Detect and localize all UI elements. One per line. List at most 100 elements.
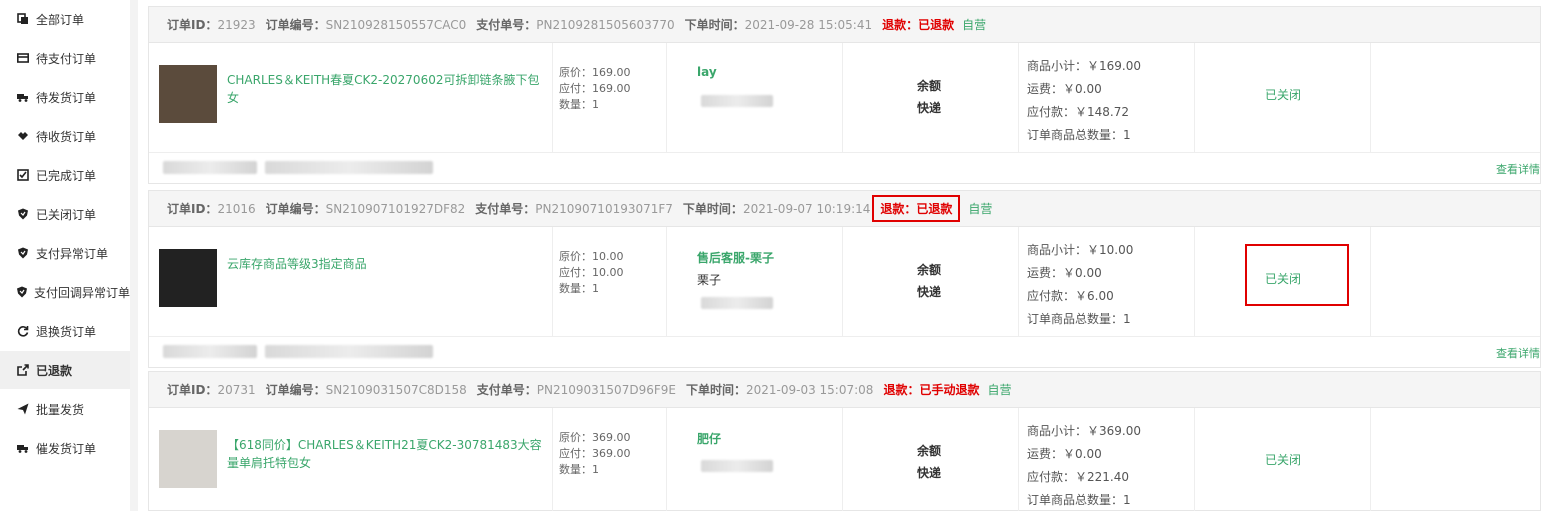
sidebar-item[interactable]: 待收货订单 xyxy=(0,117,130,155)
sidebar-item[interactable]: 待支付订单 xyxy=(0,39,130,77)
action-cell xyxy=(1371,227,1541,336)
amount-payable: 应付款：￥6.00 xyxy=(1027,289,1114,303)
original-price: 原价：169.00 xyxy=(559,66,631,79)
shield-icon xyxy=(16,285,28,299)
order-card: 订单ID： 21016 订单编号： SN210907101927DF82 支付单号： PN… xyxy=(148,190,1541,368)
sidebar-item[interactable]: 退换货订单 xyxy=(0,312,130,350)
order-id-label: 订单ID： xyxy=(167,383,218,397)
truck-icon xyxy=(16,90,30,104)
order-id-label: 订单ID： xyxy=(167,18,218,32)
sidebar-item[interactable]: 待发货订单 xyxy=(0,78,130,116)
sidebar-item-label: 批量发货 xyxy=(36,402,85,417)
order-id-label: 订单ID： xyxy=(167,202,218,216)
order-footer: 查看详情 xyxy=(149,337,1540,367)
pay-no-label: 支付单号： xyxy=(476,18,537,32)
order-status: 已关闭 xyxy=(1265,453,1302,467)
order-row: 云库存商品等级3指定商品 原价：10.00 应付：10.00 数量：1 售后客服-栗子栗… xyxy=(149,227,1540,337)
order-status: 已关闭 xyxy=(1265,88,1302,102)
pay-no-label: 支付单号： xyxy=(475,202,536,216)
buyer-cell: 肥仔 xyxy=(667,408,843,511)
summary-cell: 商品小计：￥369.00 运费：￥0.00 应付款：￥221.40 订单商品总数量：1 xyxy=(1019,408,1195,511)
sidebar-item-label: 退换货订单 xyxy=(36,324,97,339)
sidebar-item-label: 待支付订单 xyxy=(36,51,97,66)
shipping-fee: 运费：￥0.00 xyxy=(1027,266,1102,280)
subtotal: 商品小计：￥169.00 xyxy=(1027,59,1141,73)
sidebar-item[interactable]: 已完成订单 xyxy=(0,156,130,194)
order-header: 订单ID： 21923 订单编号： SN210928150557CAC0 支付单号： PN… xyxy=(149,7,1540,43)
sidebar-item[interactable]: 支付回调异常订单 xyxy=(0,273,130,311)
sidebar-item[interactable]: 支付异常订单 xyxy=(0,234,130,272)
product-thumbnail[interactable] xyxy=(159,430,217,488)
buyer-cell: lay xyxy=(667,43,843,152)
buyer-nickname: 栗子 xyxy=(697,273,722,287)
sidebar-item-label: 已退款 xyxy=(36,363,73,378)
total-quantity: 订单商品总数量：1 xyxy=(1027,493,1131,507)
view-details-link[interactable]: 查看详情 xyxy=(1496,345,1540,361)
quantity: 数量：1 xyxy=(559,282,599,295)
order-id: 21923 xyxy=(217,17,256,32)
product-thumbnail[interactable] xyxy=(159,249,217,307)
order-id: 20731 xyxy=(217,382,256,397)
sidebar-item[interactable]: 催发货订单 xyxy=(0,429,130,467)
sidebar-item-label: 支付回调异常订单 xyxy=(34,285,131,300)
sidebar: 全部订单待支付订单待发货订单待收货订单已完成订单 已关闭订单支付异常订单支付回调异… xyxy=(0,0,130,511)
product-thumbnail[interactable] xyxy=(159,65,217,123)
sidebar-item-label: 待收货订单 xyxy=(36,129,97,144)
buyer-name-link[interactable]: 售后客服-栗子 xyxy=(697,249,774,266)
refund-status: 退款：已退款 xyxy=(882,18,955,32)
status-cell: 已关闭 xyxy=(1195,408,1371,511)
order-list: 订单ID： 21923 订单编号： SN210928150557CAC0 支付单号： PN… xyxy=(138,0,1541,511)
sidebar-item-label: 全部订单 xyxy=(36,12,85,27)
pay-no: PN21090710193071F7 xyxy=(535,201,673,216)
original-price: 原价：369.00 xyxy=(559,431,631,444)
order-card: 订单ID： 21923 订单编号： SN210928150557CAC0 支付单号： PN… xyxy=(148,6,1541,184)
order-row: CHARLES＆KEITH春夏CK2-20270602可拆卸链条腋下包女 原价：1… xyxy=(149,43,1540,153)
payment-cell: 余额 快递 xyxy=(843,227,1019,336)
price-cell: 原价：10.00 应付：10.00 数量：1 xyxy=(553,227,667,336)
order-no-label: 订单编号： xyxy=(265,18,326,32)
product-name-link[interactable]: 云库存商品等级3指定商品 xyxy=(227,255,545,273)
buyer-name-link[interactable]: 肥仔 xyxy=(697,430,721,447)
payment-cell: 余额 快递 xyxy=(843,43,1019,152)
sidebar-item[interactable]: 已退款 xyxy=(0,351,130,389)
order-status: 已关闭 xyxy=(1265,272,1302,286)
sidebar-item[interactable]: 已关闭订单 xyxy=(0,195,130,233)
sidebar-item-label: 待发货订单 xyxy=(36,90,97,105)
price-cell: 原价：369.00 应付：369.00 数量：1 xyxy=(553,408,667,511)
check-square-icon xyxy=(16,168,30,182)
status-cell: 已关闭 xyxy=(1195,227,1371,336)
shield-icon xyxy=(16,207,30,221)
handshake-icon xyxy=(16,129,30,143)
sidebar-item[interactable]: 批量发货 xyxy=(0,390,130,428)
payable-price: 应付：369.00 xyxy=(559,447,631,460)
self-operated-badge: 自营 xyxy=(962,18,987,32)
total-quantity: 订单商品总数量：1 xyxy=(1027,128,1131,142)
product-cell: 【618同价】CHARLES＆KEITH21夏CK2-30781483大容量单肩… xyxy=(149,408,553,511)
total-quantity: 订单商品总数量：1 xyxy=(1027,312,1131,326)
share-icon xyxy=(16,363,30,377)
product-cell: CHARLES＆KEITH春夏CK2-20270602可拆卸链条腋下包女 xyxy=(149,43,553,152)
order-time-label: 下单时间： xyxy=(685,383,746,397)
sidebar-item-label: 支付异常订单 xyxy=(36,246,109,261)
action-cell xyxy=(1371,408,1541,511)
redacted-phone xyxy=(701,297,773,309)
product-name-link[interactable]: 【618同价】CHARLES＆KEITH21夏CK2-30781483大容量单肩… xyxy=(227,436,545,472)
product-name-link[interactable]: CHARLES＆KEITH春夏CK2-20270602可拆卸链条腋下包女 xyxy=(227,71,545,107)
order-id: 21016 xyxy=(217,201,256,216)
order-no-label: 订单编号： xyxy=(265,202,326,216)
order-time: 2021-09-03 15:07:08 xyxy=(745,382,874,397)
delivery-method: 快递 xyxy=(917,101,942,115)
view-details-link[interactable]: 查看详情 xyxy=(1496,161,1540,177)
order-footer: 查看详情 xyxy=(149,153,1540,183)
order-no: SN210907101927DF82 xyxy=(325,201,466,216)
send-icon xyxy=(16,402,30,416)
buyer-name-link[interactable]: lay xyxy=(697,65,717,79)
card-icon xyxy=(16,51,30,65)
pay-no: PN2109281505603770 xyxy=(536,17,675,32)
quantity: 数量：1 xyxy=(559,463,599,476)
sidebar-item[interactable]: 全部订单 xyxy=(0,0,130,38)
refresh-icon xyxy=(16,324,30,338)
buyer-cell: 售后客服-栗子 栗子 xyxy=(667,227,843,336)
order-no-label: 订单编号： xyxy=(265,383,326,397)
amount-payable: 应付款：￥221.40 xyxy=(1027,470,1129,484)
